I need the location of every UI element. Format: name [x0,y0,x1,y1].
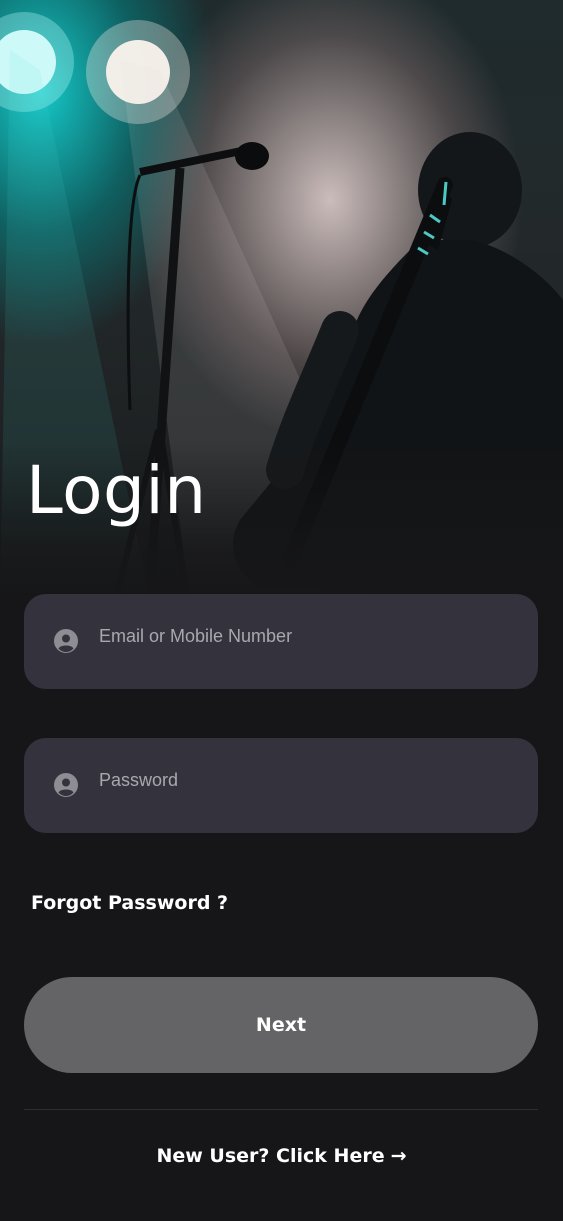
password-field-container[interactable] [24,738,538,833]
new-user-label: New User? Click Here [156,1145,385,1167]
email-field-container[interactable] [24,594,538,689]
password-input[interactable] [99,762,509,798]
forgot-password-link[interactable]: Forgot Password ? [31,892,228,914]
next-button[interactable]: Next [24,977,538,1073]
divider [24,1109,538,1110]
new-user-link[interactable]: New User? Click Here → [0,1145,563,1167]
arrow-right-icon: → [390,1145,407,1167]
user-icon [54,629,78,653]
user-icon [54,773,78,797]
email-input[interactable] [99,618,509,654]
page-title: Login [26,452,207,529]
